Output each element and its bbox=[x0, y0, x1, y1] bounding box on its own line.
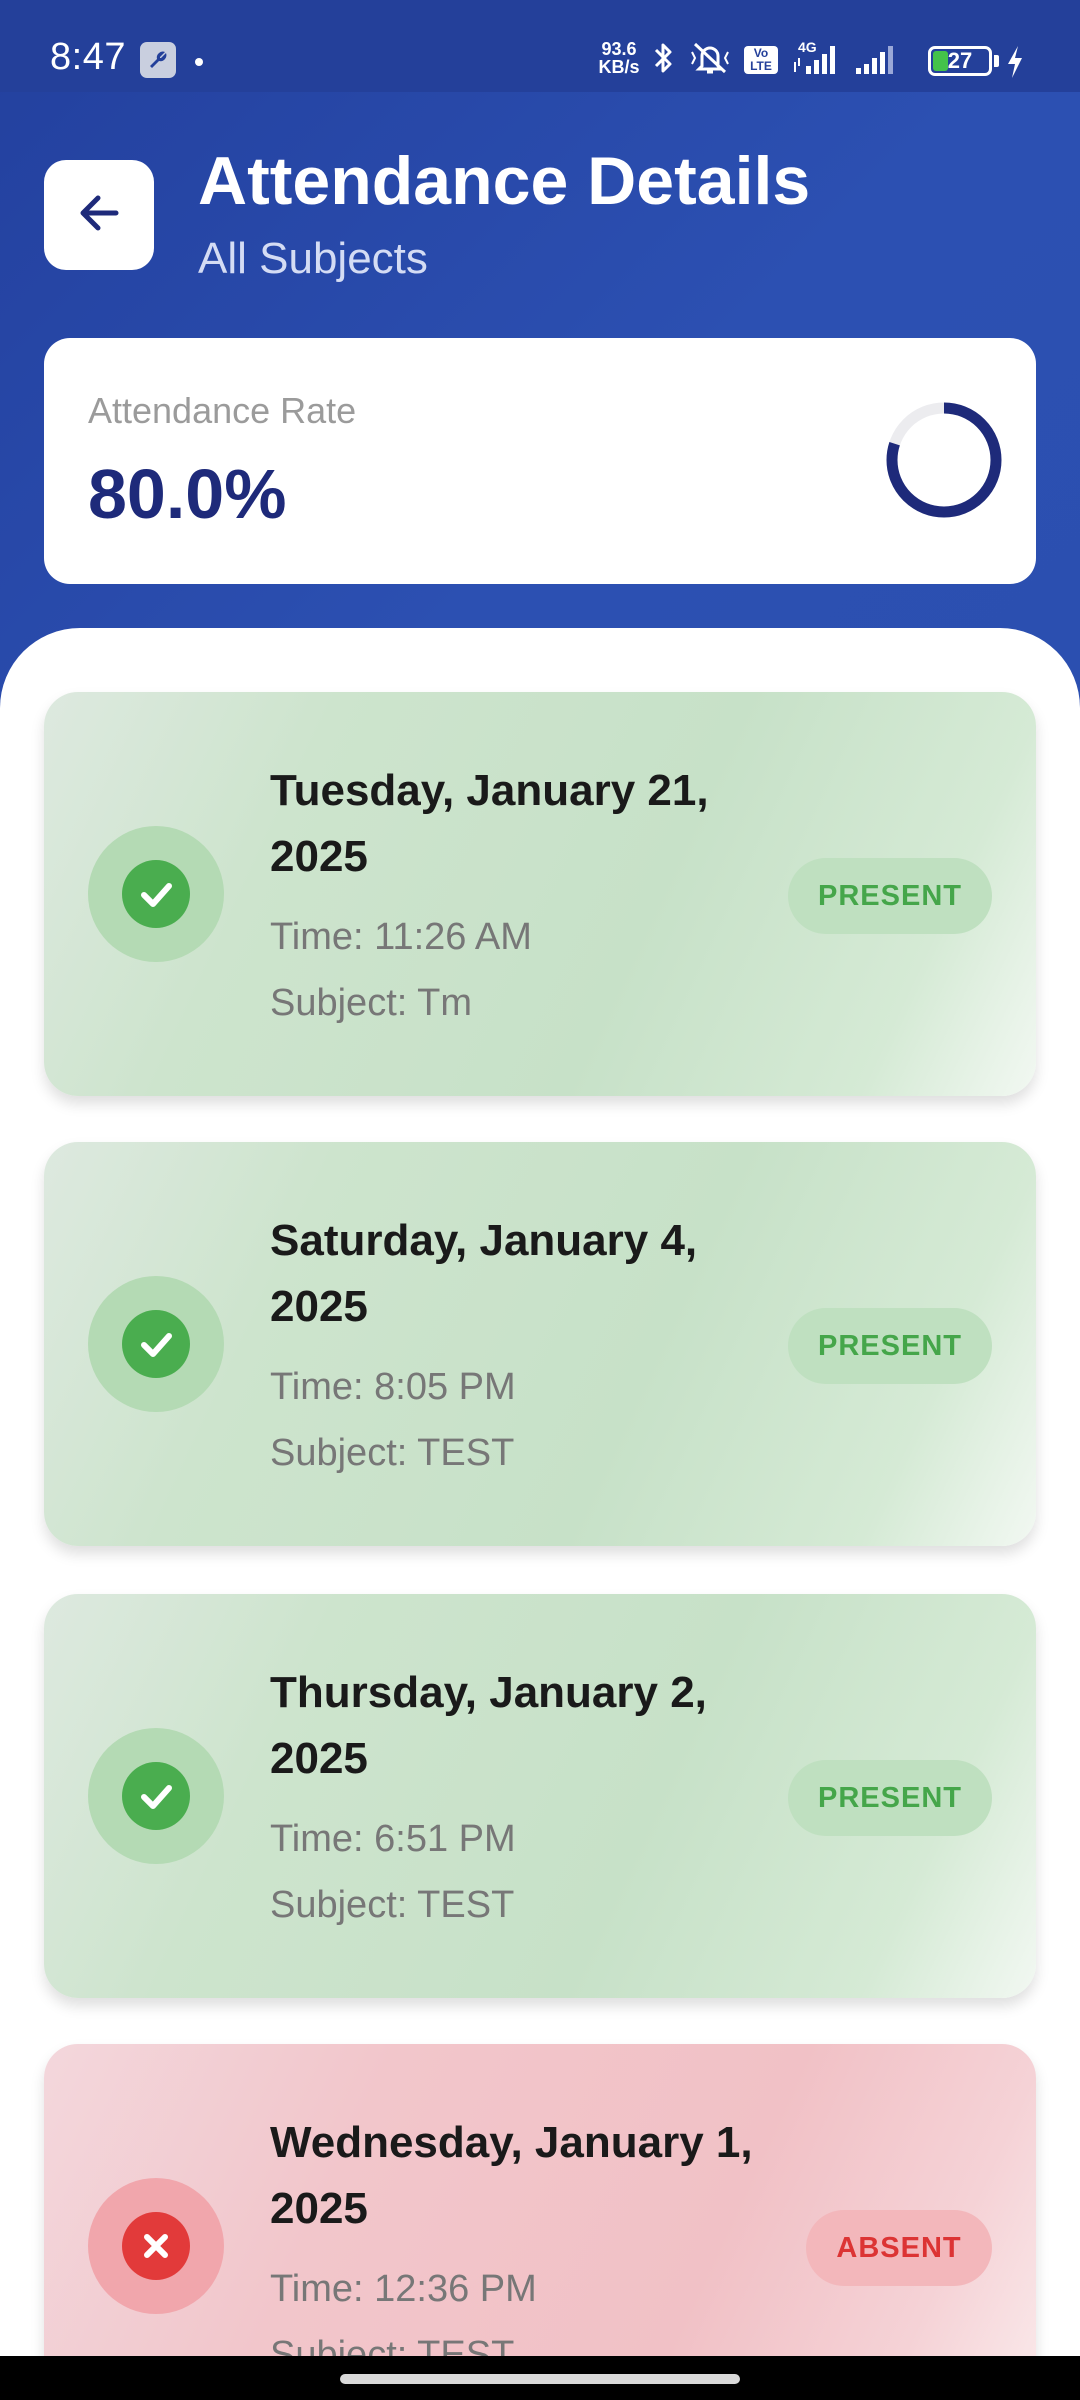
page-subtitle: All Subjects bbox=[198, 234, 428, 283]
network-speed-value: 93.6 bbox=[601, 39, 637, 59]
status-badge: PRESENT bbox=[788, 1760, 992, 1836]
network-speed-unit: KB/s bbox=[598, 57, 640, 77]
record-date: Thursday, January 2, 2025 bbox=[270, 1668, 707, 1783]
record-time: Time: 11:26 AM bbox=[270, 916, 532, 958]
attendance-record[interactable]: Saturday, January 4, 2025 Time: 8:05 PM … bbox=[44, 1142, 1036, 1546]
charging-icon bbox=[1004, 44, 1026, 85]
status-badge: PRESENT bbox=[788, 858, 992, 934]
check-icon bbox=[122, 860, 190, 928]
status-icons: Vo LTE 4G bbox=[652, 39, 902, 81]
status-indicator bbox=[88, 1276, 224, 1412]
record-subject: Subject: TEST bbox=[270, 1884, 515, 1926]
notification-dot bbox=[195, 58, 203, 66]
status-indicator bbox=[88, 826, 224, 962]
page-title: Attendance Details bbox=[198, 143, 811, 219]
battery-level-text: 27 bbox=[947, 48, 973, 73]
network-speed: 93.6 KB/s bbox=[594, 40, 644, 76]
check-icon bbox=[122, 1762, 190, 1830]
attendance-rate-value: 80.0% bbox=[88, 455, 287, 533]
record-subject: Subject: TEST bbox=[270, 1432, 515, 1474]
attendance-record[interactable]: Wednesday, January 1, 2025 Time: 12:36 P… bbox=[44, 2044, 1036, 2400]
battery-icon: 27 bbox=[928, 46, 992, 76]
record-subject: Subject: Tm bbox=[270, 982, 473, 1024]
status-indicator bbox=[88, 2178, 224, 2314]
volte-icon: Vo LTE bbox=[744, 46, 778, 74]
check-icon bbox=[122, 1310, 190, 1378]
wrench-icon bbox=[140, 42, 176, 78]
navigation-bar bbox=[0, 2356, 1080, 2400]
attendance-list: Tuesday, January 21, 2025 Time: 11:26 AM… bbox=[0, 628, 1080, 2400]
close-icon bbox=[122, 2212, 190, 2280]
status-time: 8:47 bbox=[50, 36, 126, 78]
record-time: Time: 8:05 PM bbox=[270, 1366, 516, 1408]
attendance-rate-label: Attendance Rate bbox=[88, 390, 357, 431]
record-time: Time: 12:36 PM bbox=[270, 2268, 537, 2310]
record-date: Tuesday, January 21, 2025 bbox=[270, 766, 709, 881]
mute-vibrate-icon bbox=[690, 40, 730, 81]
back-button[interactable] bbox=[44, 160, 154, 270]
attendance-record[interactable]: Thursday, January 2, 2025 Time: 6:51 PM … bbox=[44, 1594, 1036, 1998]
record-date: Saturday, January 4, 2025 bbox=[270, 1216, 698, 1331]
status-indicator bbox=[88, 1728, 224, 1864]
attendance-progress-ring bbox=[886, 402, 1002, 518]
home-gesture-handle[interactable] bbox=[340, 2374, 740, 2384]
attendance-record[interactable]: Tuesday, January 21, 2025 Time: 11:26 AM… bbox=[44, 692, 1036, 1096]
record-date: Wednesday, January 1, 2025 bbox=[270, 2118, 753, 2233]
signal-icon: 4G bbox=[792, 39, 840, 81]
status-badge: ABSENT bbox=[806, 2210, 992, 2286]
bluetooth-icon bbox=[652, 40, 676, 81]
arrow-left-icon bbox=[74, 188, 124, 243]
status-bar: 8:47 93.6 KB/s Vo LTE 4G 27 bbox=[0, 0, 1080, 92]
network-type-label: 4G bbox=[798, 40, 817, 55]
record-time: Time: 6:51 PM bbox=[270, 1818, 516, 1860]
attendance-summary-card: Attendance Rate 80.0% bbox=[44, 338, 1036, 584]
battery-tip bbox=[994, 55, 999, 67]
signal-icon bbox=[854, 40, 902, 81]
status-badge: PRESENT bbox=[788, 1308, 992, 1384]
